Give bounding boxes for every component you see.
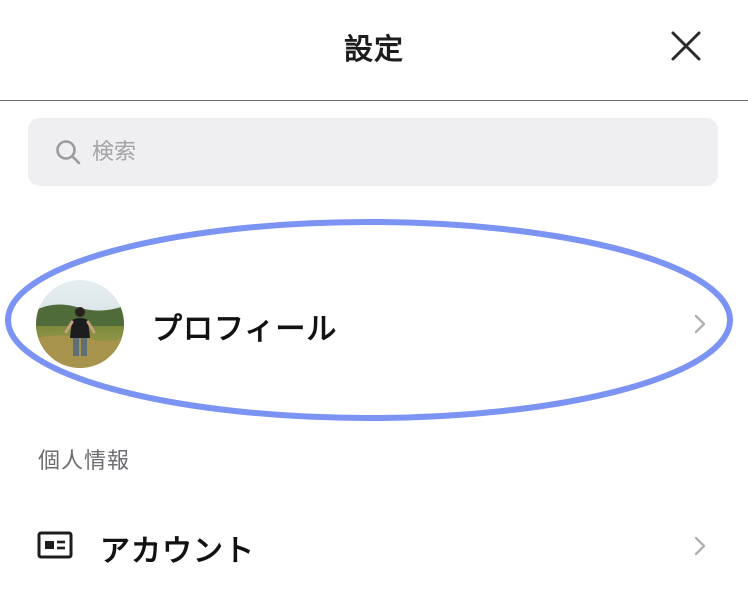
section-header-personal-info: 個人情報 — [38, 449, 131, 474]
chevron-right-icon — [694, 314, 706, 334]
settings-screen: 設定 検索 プロフィール 個人情報 アカウント — [0, 0, 748, 606]
page-title: 設定 — [343, 32, 404, 66]
search-input[interactable] — [92, 118, 692, 186]
search-bar[interactable] — [28, 118, 718, 186]
search-icon — [56, 140, 81, 165]
chevron-right-icon — [694, 536, 706, 556]
account-label: アカウント — [100, 534, 255, 569]
avatar-photo — [36, 280, 124, 368]
id-card-icon — [37, 531, 73, 559]
header: 設定 — [0, 0, 748, 101]
close-button[interactable] — [662, 22, 710, 70]
close-icon — [671, 31, 701, 61]
avatar — [36, 280, 124, 368]
profile-row[interactable]: プロフィール — [0, 262, 748, 386]
profile-label: プロフィール — [152, 312, 338, 347]
account-row[interactable]: アカウント — [0, 500, 748, 592]
